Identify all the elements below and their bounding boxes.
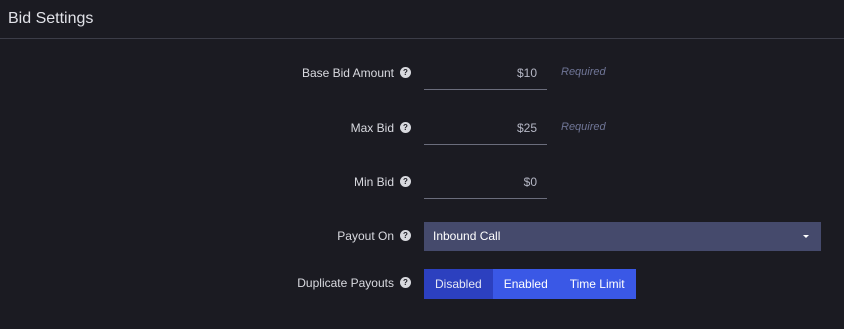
base-bid-required-hint: Required [561,66,606,78]
max-bid-row: Max Bid ? Required [0,112,844,145]
enabled-option-button[interactable]: Enabled [492,269,559,299]
min-bid-field [424,166,547,199]
help-icon[interactable]: ? [400,277,411,288]
disabled-option-button[interactable]: Disabled [424,269,493,299]
payout-on-label: Payout On [337,229,394,243]
max-bid-input[interactable] [424,112,547,143]
duplicate-payouts-row: Duplicate Payouts ? Disabled Enabled Tim… [0,269,844,301]
min-bid-row: Min Bid ? [0,166,844,199]
base-bid-input[interactable] [424,57,547,88]
duplicate-payouts-label: Duplicate Payouts [297,276,394,290]
payout-on-row: Payout On ? Inbound Call [0,222,844,254]
base-bid-label: Base Bid Amount [301,66,394,80]
base-bid-row: Base Bid Amount ? Required [0,57,844,90]
bid-settings-panel: Bid Settings Base Bid Amount ? Required … [0,0,844,329]
caret-down-icon [803,235,809,238]
payout-on-selected-value: Inbound Call [433,229,501,243]
duplicate-payouts-toggle-group: Disabled Enabled Time Limit [424,269,636,299]
panel-title: Bid Settings [8,10,94,27]
help-icon[interactable]: ? [400,67,411,78]
max-bid-label: Max Bid [350,121,394,135]
payout-on-select[interactable]: Inbound Call [424,222,821,251]
help-icon[interactable]: ? [400,230,411,241]
help-icon[interactable]: ? [400,122,411,133]
max-bid-required-hint: Required [561,121,606,133]
title-divider [0,38,844,39]
base-bid-field [424,57,547,90]
max-bid-field [424,112,547,145]
time-limit-option-button[interactable]: Time Limit [558,269,636,299]
min-bid-input[interactable] [424,166,547,197]
min-bid-label: Min Bid [353,175,394,189]
help-icon[interactable]: ? [400,176,411,187]
